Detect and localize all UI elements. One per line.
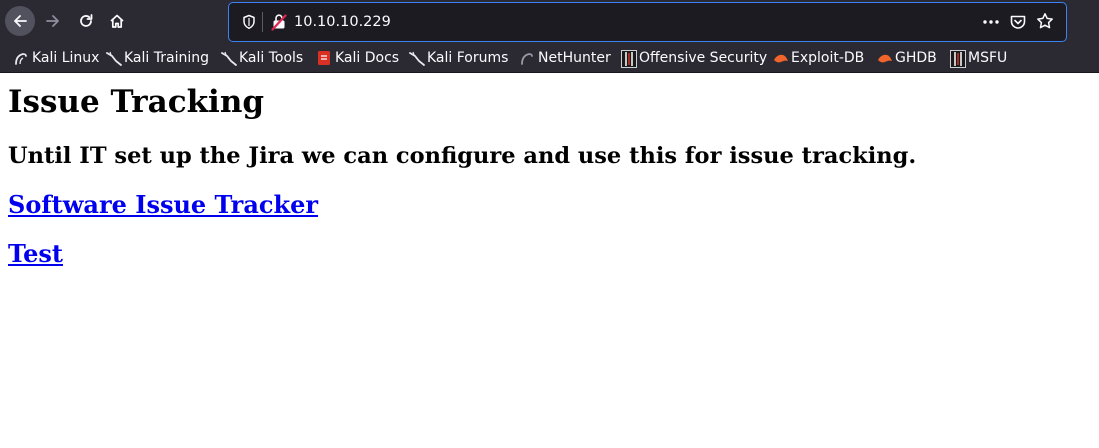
- bookmark-label: GHDB: [895, 50, 937, 66]
- bookmark-label: Offensive Security: [639, 50, 768, 66]
- bookmarks-toolbar: Kali Linux Kali Training Kali Tools Kali…: [0, 44, 1099, 73]
- bookmark-kali-forums[interactable]: Kali Forums: [409, 49, 508, 67]
- kali-dragon-icon: [14, 50, 28, 66]
- bookmark-label: Kali Tools: [239, 50, 304, 66]
- reload-icon: [80, 14, 93, 27]
- bookmark-star-icon[interactable]: [1036, 12, 1054, 35]
- bookmark-label: Kali Training: [124, 50, 209, 66]
- bookmark-ghdb[interactable]: GHDB: [877, 49, 937, 67]
- bookmark-label: Kali Docs: [335, 50, 400, 66]
- forward-button[interactable]: [38, 6, 68, 36]
- page-subtitle: Until IT set up the Jira we can configur…: [8, 143, 917, 169]
- urlbar-divider: [262, 12, 263, 32]
- arrow-right-icon: [46, 15, 59, 27]
- nethunter-icon: [520, 50, 534, 66]
- browser-toolbar: 10.10.10.229: [0, 0, 1099, 44]
- tracking-protection-icon[interactable]: [242, 14, 256, 35]
- exploit-db-icon: [773, 50, 788, 66]
- back-button[interactable]: [5, 6, 35, 36]
- test-link[interactable]: Test: [8, 238, 63, 270]
- kali-dragon-icon: [409, 50, 425, 66]
- insecure-connection-icon[interactable]: [271, 13, 287, 36]
- kali-docs-icon: [317, 50, 331, 66]
- home-button[interactable]: [102, 6, 132, 36]
- ghdb-icon: [877, 50, 892, 66]
- bookmark-label: Exploit-DB: [791, 50, 865, 66]
- offsec-icon: [621, 50, 637, 68]
- bookmark-offensive-security[interactable]: Offensive Security: [621, 49, 768, 68]
- bookmark-exploit-db[interactable]: Exploit-DB: [773, 49, 864, 67]
- bookmark-msfu[interactable]: MSFU: [950, 49, 1008, 68]
- bookmark-kali-tools[interactable]: Kali Tools: [221, 49, 303, 67]
- msfu-icon: [950, 50, 966, 68]
- url-text[interactable]: 10.10.10.229: [294, 12, 391, 32]
- bookmark-label: MSFU: [968, 50, 1008, 66]
- bookmark-label: NetHunter: [538, 50, 611, 66]
- page-title: Issue Tracking: [8, 84, 265, 120]
- reload-button[interactable]: [71, 6, 101, 36]
- address-bar[interactable]: 10.10.10.229: [228, 2, 1067, 42]
- bookmark-kali-linux[interactable]: Kali Linux: [14, 49, 99, 67]
- kali-dragon-icon: [221, 50, 237, 66]
- bookmark-label: Kali Forums: [427, 50, 509, 66]
- home-icon: [110, 14, 124, 28]
- page-actions-icon[interactable]: [982, 13, 1000, 36]
- arrow-left-icon: [14, 15, 27, 27]
- bookmark-kali-docs[interactable]: Kali Docs: [317, 49, 399, 67]
- bookmark-kali-training[interactable]: Kali Training: [106, 49, 209, 67]
- bookmark-nethunter[interactable]: NetHunter: [520, 49, 611, 67]
- kali-dragon-icon: [106, 50, 122, 66]
- pocket-icon[interactable]: [1009, 13, 1027, 36]
- software-issue-tracker-link[interactable]: Software Issue Tracker: [8, 189, 318, 221]
- bookmark-label: Kali Linux: [32, 50, 100, 66]
